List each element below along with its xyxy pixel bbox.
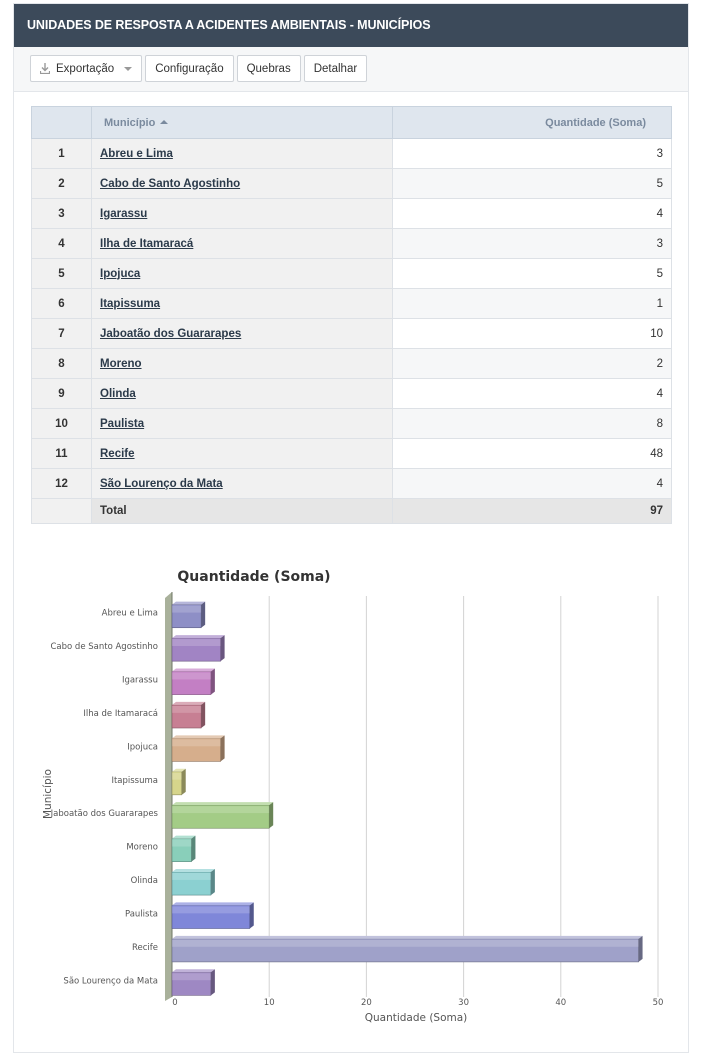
bar-top-9	[172, 869, 215, 873]
bar-top-2	[172, 635, 225, 639]
category-tick-label: Abreu e Lima	[102, 609, 158, 619]
bar-highlight-4	[172, 705, 202, 713]
bar-highlight-9	[172, 873, 211, 880]
category-tick-label: Ilha de Itamaracá	[83, 709, 158, 719]
category-tick-label: Jaboatão dos Guararapes	[50, 809, 159, 819]
category-tick-label: São Lourenço da Mata	[63, 976, 158, 986]
chart-axis-wall	[165, 592, 172, 1001]
chart-title: Quantidade (Soma)	[177, 569, 330, 585]
bar-side-8	[191, 835, 196, 862]
bar-top-7	[172, 802, 274, 806]
bar-highlight-11	[172, 939, 639, 947]
bar-side-7	[269, 802, 274, 829]
bar-highlight-8	[172, 839, 192, 847]
bar-side-12	[210, 969, 215, 996]
bar-highlight-6	[172, 772, 182, 780]
bar-side-11	[638, 935, 643, 962]
x-tick-label: 10	[264, 998, 275, 1008]
x-tick-label: 50	[653, 998, 664, 1008]
category-tick-label: Cabo de Santo Agostinho	[50, 642, 158, 652]
x-tick-label: 40	[555, 998, 566, 1008]
bar-highlight-5	[172, 739, 221, 747]
bar-side-4	[201, 701, 206, 728]
category-tick-label: Ipojuca	[127, 742, 158, 752]
bar-side-9	[210, 869, 215, 896]
bar-highlight-10	[172, 906, 250, 914]
bar-side-6	[181, 768, 186, 795]
bar-top-5	[172, 735, 225, 739]
bar-side-2	[220, 635, 225, 662]
y-axis-label: Município	[42, 769, 54, 819]
x-tick-label: 20	[361, 998, 372, 1008]
bar-highlight-12	[172, 973, 211, 981]
category-tick-label: Itapissuma	[111, 776, 158, 786]
bar-highlight-1	[172, 605, 202, 613]
x-axis-label: Quantidade (Soma)	[365, 1012, 468, 1024]
chart-container: Quantidade (Soma) Abreu e Lima Cabo de San…	[0, 0, 706, 1056]
bar-side-10	[249, 902, 254, 929]
bar-chart: Quantidade (Soma) Abreu e Lima Cabo de San…	[42, 569, 664, 1024]
category-tick-label: Recife	[132, 943, 158, 953]
bar-side-3	[210, 668, 215, 695]
bar-highlight-7	[172, 806, 270, 814]
bar-side-5	[220, 735, 225, 762]
bar-side-1	[201, 601, 206, 628]
category-tick-label: Olinda	[131, 876, 158, 886]
bar-top-4	[172, 701, 206, 705]
x-tick-label: 30	[458, 998, 469, 1008]
category-tick-label: Paulista	[125, 909, 158, 919]
category-tick-label: Moreno	[126, 843, 158, 853]
bar-top-11	[172, 935, 643, 939]
x-tick-label: 0	[172, 998, 177, 1008]
bar-top-10	[172, 902, 254, 906]
bar-top-3	[172, 668, 215, 672]
bar-top-8	[172, 835, 196, 839]
bar-highlight-2	[172, 639, 221, 647]
bar-top-1	[172, 601, 206, 605]
category-tick-label: Igarassu	[122, 676, 158, 686]
bar-highlight-3	[172, 672, 211, 680]
bar-top-12	[172, 969, 215, 973]
